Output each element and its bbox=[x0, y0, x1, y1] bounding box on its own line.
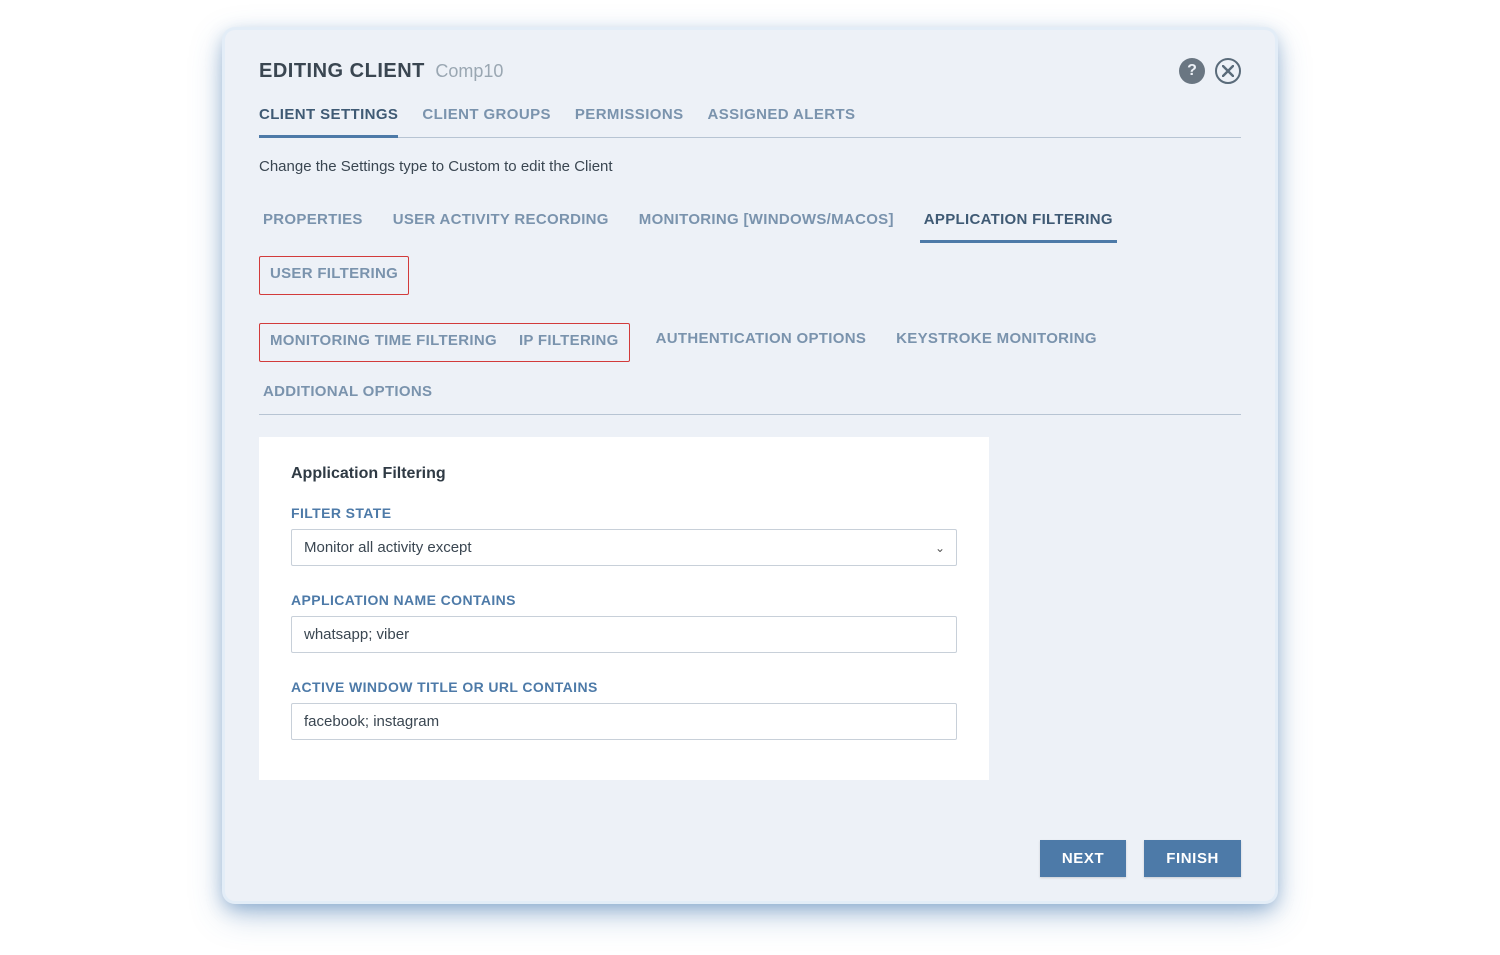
subtab-user-activity-recording[interactable]: USER ACTIVITY RECORDING bbox=[389, 203, 613, 243]
editing-client-dialog: EDITING CLIENT Comp10 ? CLIENT SETTINGS … bbox=[225, 30, 1275, 901]
highlight-time-ip-filtering: MONITORING TIME FILTERING IP FILTERING bbox=[259, 323, 630, 362]
dialog-title-wrap: EDITING CLIENT Comp10 bbox=[259, 60, 503, 83]
highlight-user-filtering: USER FILTERING bbox=[259, 256, 409, 295]
tab-client-groups[interactable]: CLIENT GROUPS bbox=[422, 98, 551, 138]
subtab-ip-filtering[interactable]: IP FILTERING bbox=[519, 328, 619, 353]
subtab-application-filtering[interactable]: APPLICATION FILTERING bbox=[920, 203, 1117, 243]
finish-button[interactable]: FINISH bbox=[1144, 840, 1241, 877]
filter-state-label: FILTER STATE bbox=[291, 505, 957, 521]
panel-title: Application Filtering bbox=[291, 465, 957, 483]
dialog-header: EDITING CLIENT Comp10 ? bbox=[259, 58, 1241, 84]
app-name-input[interactable] bbox=[291, 616, 957, 653]
dialog-footer: NEXT FINISH bbox=[259, 840, 1241, 877]
subtab-user-filtering[interactable]: USER FILTERING bbox=[270, 261, 398, 286]
application-filtering-panel: Application Filtering FILTER STATE Monit… bbox=[259, 437, 989, 780]
filter-state-select[interactable]: Monitor all activity except bbox=[291, 529, 957, 566]
subtab-additional-options[interactable]: ADDITIONAL OPTIONS bbox=[259, 375, 436, 415]
close-icon[interactable] bbox=[1215, 58, 1241, 84]
filter-state-select-wrap: Monitor all activity except ⌄ bbox=[291, 529, 957, 566]
app-name-group: APPLICATION NAME CONTAINS bbox=[291, 592, 957, 653]
help-icon[interactable]: ? bbox=[1179, 58, 1205, 84]
subtab-monitoring-os[interactable]: MONITORING [WINDOWS/MACOS] bbox=[635, 203, 898, 243]
tab-assigned-alerts[interactable]: ASSIGNED ALERTS bbox=[707, 98, 855, 138]
subtab-authentication-options[interactable]: AUTHENTICATION OPTIONS bbox=[652, 322, 870, 362]
subtab-monitoring-time-filtering[interactable]: MONITORING TIME FILTERING bbox=[270, 328, 497, 353]
primary-tabs: CLIENT SETTINGS CLIENT GROUPS PERMISSION… bbox=[259, 98, 1241, 138]
tab-permissions[interactable]: PERMISSIONS bbox=[575, 98, 684, 138]
subtab-keystroke-monitoring[interactable]: KEYSTROKE MONITORING bbox=[892, 322, 1101, 362]
sub-tabs: PROPERTIES USER ACTIVITY RECORDING MONIT… bbox=[259, 203, 1241, 415]
window-title-label: ACTIVE WINDOW TITLE OR URL CONTAINS bbox=[291, 679, 957, 695]
app-name-label: APPLICATION NAME CONTAINS bbox=[291, 592, 957, 608]
subtab-properties[interactable]: PROPERTIES bbox=[259, 203, 367, 243]
window-title-input[interactable] bbox=[291, 703, 957, 740]
header-icons: ? bbox=[1179, 58, 1241, 84]
dialog-title: EDITING CLIENT bbox=[259, 60, 425, 82]
dialog-subtitle: Comp10 bbox=[435, 61, 503, 81]
hint-text: Change the Settings type to Custom to ed… bbox=[259, 158, 1241, 175]
next-button[interactable]: NEXT bbox=[1040, 840, 1126, 877]
filter-state-group: FILTER STATE Monitor all activity except… bbox=[291, 505, 957, 566]
tab-client-settings[interactable]: CLIENT SETTINGS bbox=[259, 98, 398, 138]
window-title-group: ACTIVE WINDOW TITLE OR URL CONTAINS bbox=[291, 679, 957, 740]
